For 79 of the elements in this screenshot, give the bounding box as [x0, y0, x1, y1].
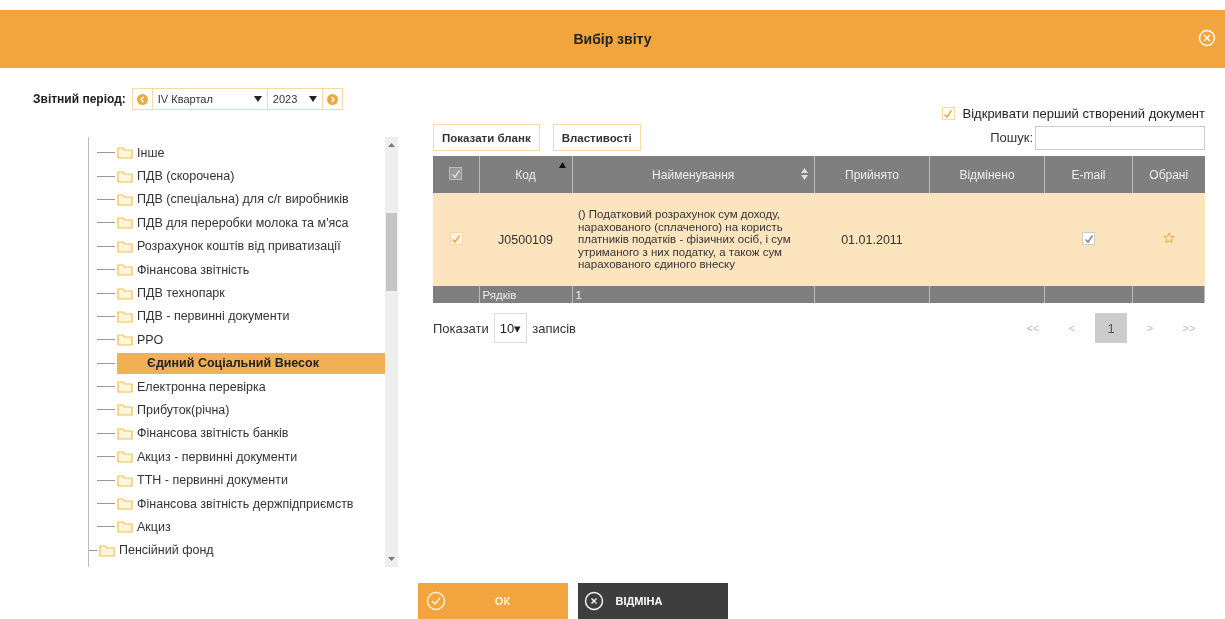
table-cell: J0500109 [498, 232, 553, 247]
page-size-dropdown[interactable]: 10▾ [493, 313, 528, 343]
check-icon [425, 591, 446, 611]
tree-item[interactable]: Фінансова звітність [117, 259, 254, 281]
footer-label: Рядків [482, 288, 517, 301]
search-label: Пошук: [990, 130, 1033, 145]
folder-icon [99, 543, 115, 557]
checkbox[interactable] [941, 107, 955, 120]
folder-icon [117, 380, 133, 394]
check-icon [943, 108, 954, 119]
table-row[interactable] [433, 193, 1205, 286]
close-button[interactable] [1197, 28, 1217, 48]
table-cell: 01.01.2011 [841, 232, 903, 247]
tree-item[interactable]: ТТН - первинні документи [117, 469, 292, 491]
column-header[interactable]: Обрані [1132, 156, 1205, 193]
folder-icon [117, 426, 133, 440]
tree-item[interactable]: Фінансова звітність держпідприємств [117, 493, 358, 515]
tree-item[interactable]: Прибуток(річна) [117, 399, 234, 421]
toolbar-button[interactable]: Показати бланк [433, 124, 540, 151]
folder-icon [117, 286, 133, 300]
close-icon [1198, 29, 1216, 47]
scroll-down-icon [388, 557, 395, 561]
folder-icon [117, 169, 133, 183]
table-cell: () Податковий розрахунок сум доходу, нарахованого (сплаченого) на користь платників податків - фізичних осіб, і сум утриманого з них податку, а також сум нарахованого єдиного внеску [578, 208, 791, 271]
tree-item[interactable]: ПДВ для переробки молока та м'яса [117, 212, 353, 234]
close-icon [583, 591, 604, 611]
folder-icon [117, 520, 133, 534]
folder-icon [117, 309, 133, 323]
period-label: Звітний період: [33, 92, 126, 106]
tree-item[interactable]: Єдиний Соціальний Внесок [117, 352, 385, 374]
scroll-up-icon [388, 143, 395, 147]
chevron-left-icon [136, 93, 148, 105]
folder-icon [117, 473, 133, 487]
tree-item[interactable]: ПДВ технопарк [117, 282, 229, 304]
scrollbar[interactable] [385, 137, 398, 567]
tree-item[interactable]: ПДВ (спеціальна) для с/г виробників [117, 188, 353, 210]
tree-item[interactable]: Акциз [117, 516, 175, 538]
page-size-label: Показати [433, 320, 489, 336]
tree-item[interactable]: Інше [117, 142, 169, 164]
column-header[interactable]: Прийнято [814, 156, 930, 193]
page-size-label: записів [532, 320, 577, 336]
tree-item[interactable]: РРО [117, 329, 168, 351]
folder-icon [117, 450, 133, 464]
tree-item[interactable]: ПДВ - первинні документи [117, 305, 294, 327]
caret-icon [253, 96, 262, 102]
chevron-right-icon [326, 93, 338, 105]
page-button[interactable]: 1 [1095, 313, 1127, 343]
toolbar-button[interactable]: Властивості [552, 124, 641, 151]
check-icon [1083, 233, 1094, 244]
folder-icon [117, 333, 133, 347]
tree-item[interactable]: Електронна перевірка [117, 376, 270, 398]
caret-icon [308, 96, 317, 102]
footer-count: 1 [575, 288, 582, 301]
column-header[interactable]: Код [479, 156, 572, 193]
scrollbar-thumb[interactable] [386, 213, 397, 291]
column-header[interactable]: Відмінено [929, 156, 1045, 193]
column-header[interactable] [433, 156, 479, 193]
tree-item[interactable]: ПДВ (скорочена) [117, 165, 239, 187]
checkbox[interactable] [449, 232, 463, 246]
search-field[interactable] [1035, 125, 1205, 150]
window-title: Вибір звіту [573, 31, 652, 47]
folder-icon [117, 216, 133, 230]
tree-item[interactable]: Акциз - первинні документи [117, 446, 302, 468]
check-icon [450, 168, 461, 179]
checkbox-label: Відкривати перший створений документ [962, 106, 1205, 121]
checkbox[interactable] [1082, 232, 1095, 246]
folder-icon [117, 403, 133, 417]
folder-icon [117, 192, 133, 206]
tree-item[interactable]: Пенсійний фонд [99, 539, 218, 561]
tree-item[interactable]: Фінансова звітність банків [117, 422, 293, 444]
checkbox[interactable] [449, 167, 463, 181]
tree-item[interactable]: Розрахунок коштів від приватизації [117, 235, 345, 257]
check-icon [451, 233, 461, 244]
folder-icon [117, 146, 133, 160]
column-header[interactable]: Найменування [572, 156, 815, 193]
folder-icon [117, 497, 133, 511]
folder-icon [117, 239, 133, 253]
cancel-button[interactable]: ВІДМІНА [577, 583, 728, 619]
folder-icon [117, 263, 133, 277]
